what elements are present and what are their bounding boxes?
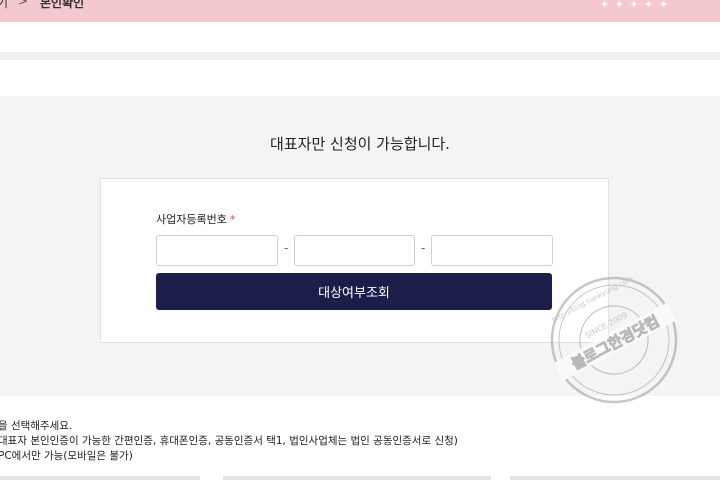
note-line-3: PC에서만 가능(모바일은 불가) (0, 450, 133, 462)
brn-dash-1: - (284, 241, 289, 255)
note-line-1: 을 선택해주세요. (0, 420, 73, 432)
brn-label: 사업자등록번호 * (156, 211, 235, 227)
bottom-tab-3[interactable] (510, 476, 720, 480)
chevron-right-icon: > (18, 0, 29, 8)
breadcrumb-current-item: 본인확인 (40, 0, 85, 10)
page-title: 대표자만 신청이 가능합니다. (270, 135, 450, 153)
brn-label-text: 사업자등록번호 (156, 213, 227, 226)
brn-dash-2: - (421, 241, 426, 255)
breadcrumb-prev-item[interactable]: 기 (0, 0, 8, 11)
brn-input-part2[interactable] (294, 235, 415, 266)
breadcrumb: 기 > 본인확인 ✦ ✦ ✦ ✦ ✦ (0, 0, 720, 22)
check-eligibility-button[interactable]: 대상여부조회 (156, 273, 552, 310)
brn-input-part1[interactable] (156, 235, 278, 266)
header-decoration: ✦ ✦ ✦ ✦ ✦ (600, 0, 670, 11)
bottom-tab-2[interactable] (223, 476, 491, 480)
brn-input-part3[interactable] (431, 235, 553, 266)
divider (0, 52, 720, 60)
note-line-2: 대표자 본인인증이 가능한 간편인증, 휴대폰인증, 공동인증서 택1, 법인사… (0, 435, 458, 447)
required-mark: * (229, 213, 236, 226)
bottom-tab-1[interactable] (0, 476, 200, 480)
